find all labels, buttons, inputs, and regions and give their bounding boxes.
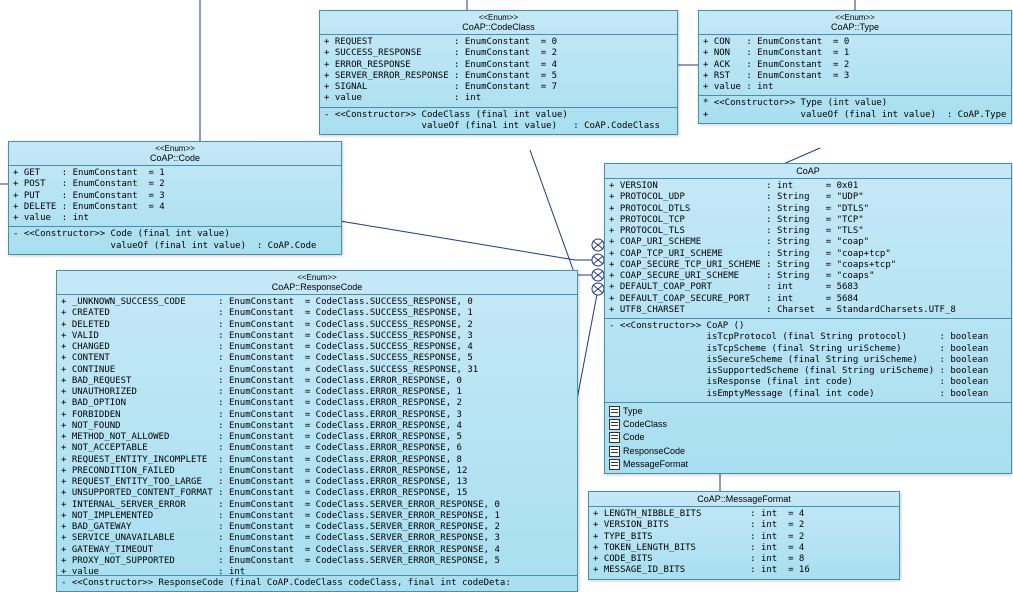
attributes: + _UNKNOWN_SUCCESS_CODE : EnumConstant =… xyxy=(57,295,577,576)
attributes: + LENGTH_NIBBLE_BITS : int = 4 + VERSION… xyxy=(589,507,899,579)
class-header: CoAP::MessageFormat xyxy=(589,492,899,507)
class-header: <<Enum>> CoAP::CodeClass xyxy=(320,11,677,35)
operations: - <<Constructor>> CodeClass (final int v… xyxy=(320,108,677,135)
class-coap-type[interactable]: <<Enum>> CoAP::Type + CON : EnumConstant… xyxy=(698,10,1012,124)
nested-class-ref[interactable]: ResponseCode xyxy=(609,445,1007,458)
attributes: + CON : EnumConstant = 0 + NON : EnumCon… xyxy=(699,35,1011,96)
attributes: + VERSION : int = 0x01 + PROTOCOL_UDP : … xyxy=(605,179,1011,319)
class-header: <<Enum>> CoAP::ResponseCode xyxy=(57,271,577,295)
class-coap-codeclass[interactable]: <<Enum>> CoAP::CodeClass + REQUEST : Enu… xyxy=(319,10,678,135)
class-coap[interactable]: CoAP + VERSION : int = 0x01 + PROTOCOL_U… xyxy=(604,163,1012,474)
attributes: + GET : EnumConstant = 1 + POST : EnumCo… xyxy=(9,166,341,227)
nested-class-icon xyxy=(609,432,620,443)
nested-class-ref[interactable]: MessageFormat xyxy=(609,458,1007,471)
operations: - <<Constructor>> CoAP () isTcpProtocol … xyxy=(605,319,1011,403)
class-header: <<Enum>> CoAP::Code xyxy=(9,142,341,166)
nested-class-icon xyxy=(609,459,620,470)
class-coap-messageformat[interactable]: CoAP::MessageFormat + LENGTH_NIBBLE_BITS… xyxy=(588,491,900,580)
class-coap-responsecode[interactable]: <<Enum>> CoAP::ResponseCode + _UNKNOWN_S… xyxy=(56,270,578,592)
class-coap-code[interactable]: <<Enum>> CoAP::Code + GET : EnumConstant… xyxy=(8,141,342,255)
class-header: <<Enum>> CoAP::Type xyxy=(699,11,1011,35)
operations: * <<Constructor>> Type (int value) + val… xyxy=(699,96,1011,123)
nested-class-icon xyxy=(609,446,620,457)
nested-class-ref[interactable]: Type xyxy=(609,405,1007,418)
nested-class-icon xyxy=(609,419,620,430)
class-header: CoAP xyxy=(605,164,1011,179)
nested-class-ref[interactable]: Code xyxy=(609,431,1007,444)
nested-class-ref[interactable]: CodeClass xyxy=(609,418,1007,431)
attributes: + REQUEST : EnumConstant = 0 + SUCCESS_R… xyxy=(320,35,677,108)
operations: - <<Constructor>> Code (final int value)… xyxy=(9,227,341,254)
nested-class-icon xyxy=(609,406,620,417)
operations: - <<Constructor>> ResponseCode (final Co… xyxy=(57,576,577,591)
nested-classes: TypeCodeClassCodeResponseCodeMessageForm… xyxy=(605,403,1011,473)
